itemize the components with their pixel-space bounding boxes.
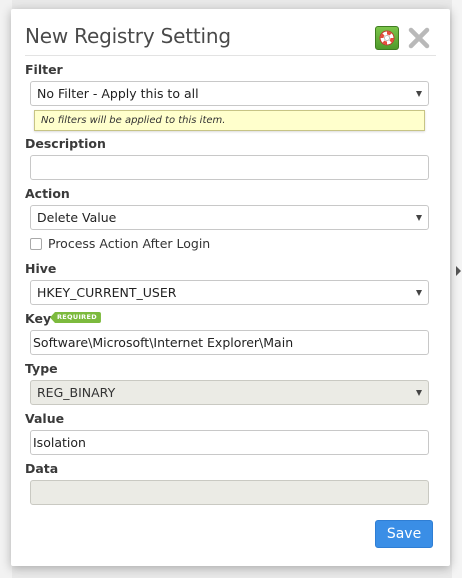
type-select-value: REG_BINARY <box>37 385 116 400</box>
filter-select-value: No Filter - Apply this to all <box>37 86 199 101</box>
filter-label: Filter <box>25 62 63 77</box>
action-select-value: Delete Value <box>37 210 117 225</box>
background-page-right <box>452 0 462 578</box>
save-button[interactable]: Save <box>375 520 433 548</box>
filter-note: No filters will be applied to this item. <box>34 110 425 131</box>
value-input[interactable]: Isolation <box>30 430 429 455</box>
hive-label: Hive <box>25 261 57 276</box>
close-icon <box>408 27 430 49</box>
value-label: Value <box>25 411 65 426</box>
data-input <box>30 480 429 505</box>
hive-select-value: HKEY_CURRENT_USER <box>37 285 177 300</box>
help-button[interactable] <box>375 26 399 50</box>
close-button[interactable] <box>407 26 431 50</box>
chevron-down-icon <box>416 290 422 296</box>
key-input[interactable]: Software\Microsoft\Internet Explorer\Mai… <box>30 330 429 355</box>
action-select[interactable]: Delete Value <box>30 205 429 230</box>
lifebuoy-icon <box>379 30 395 46</box>
description-input[interactable] <box>30 155 429 180</box>
description-label: Description <box>25 136 106 151</box>
title-divider <box>25 55 436 56</box>
dialog-title: New Registry Setting <box>25 24 231 48</box>
background-caret-icon <box>456 266 461 276</box>
hive-select[interactable]: HKEY_CURRENT_USER <box>30 280 429 305</box>
key-label: Key <box>25 311 52 326</box>
chevron-down-icon <box>416 390 422 396</box>
chevron-down-icon <box>416 91 422 97</box>
filter-select[interactable]: No Filter - Apply this to all <box>30 81 429 106</box>
registry-setting-dialog: New Registry Setting Filter No Filter - … <box>11 9 450 566</box>
type-label: Type <box>25 361 58 376</box>
type-select: REG_BINARY <box>30 380 429 405</box>
required-badge: REQUIRED <box>50 312 101 323</box>
action-label: Action <box>25 186 70 201</box>
data-label: Data <box>25 461 59 476</box>
chevron-down-icon <box>416 215 422 221</box>
process-after-login-label[interactable]: Process Action After Login <box>48 236 210 251</box>
process-after-login-checkbox[interactable] <box>30 238 42 250</box>
